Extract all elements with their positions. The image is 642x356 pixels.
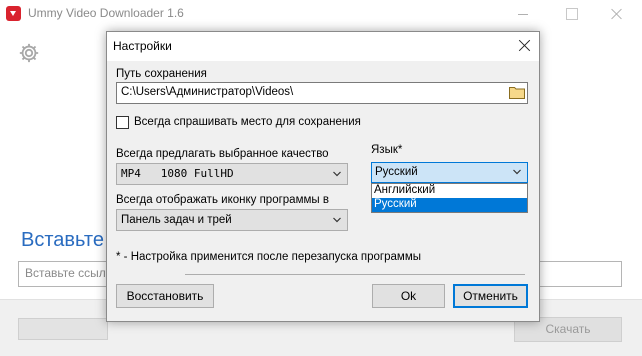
dialog-title-bar: Настройки (107, 32, 539, 61)
restore-button[interactable]: Восстановить (116, 284, 214, 308)
minimize-button[interactable] (508, 5, 538, 23)
restart-note: * - Настройка применится после перезапус… (116, 251, 421, 263)
chevron-down-icon (333, 171, 341, 177)
quality-label: Всегда предлагать выбранное качество (116, 148, 329, 160)
ok-button[interactable]: Ok (372, 284, 445, 308)
ask-location-checkbox[interactable] (116, 116, 129, 129)
main-title-bar: Ummy Video Downloader 1.6 (0, 0, 642, 28)
gear-icon[interactable] (18, 42, 40, 64)
ask-location-label: Всегда спрашивать место для сохранения (134, 116, 361, 128)
chevron-down-icon (333, 217, 341, 223)
settings-dialog: Настройки Путь сохранения C:\Users\Админ… (106, 31, 540, 322)
save-path-label: Путь сохранения (116, 68, 207, 80)
cancel-button[interactable]: Отменить (453, 284, 528, 308)
save-path-field[interactable]: C:\Users\Администратор\Videos\ (116, 82, 528, 104)
language-dropdown-list: Английский Русский (371, 183, 528, 213)
language-label: Язык* (371, 144, 403, 156)
folder-icon[interactable] (509, 86, 525, 99)
dialog-title: Настройки (113, 39, 172, 53)
download-app-icon (6, 6, 21, 21)
tray-value: Панель задач и трей (121, 214, 232, 226)
format-select[interactable] (18, 318, 108, 340)
main-window-title: Ummy Video Downloader 1.6 (28, 6, 184, 20)
tray-select[interactable]: Панель задач и трей (116, 209, 348, 231)
language-option-russian[interactable]: Русский (372, 198, 527, 212)
chevron-down-icon (513, 169, 521, 175)
quality-select[interactable]: MP4 1080 FullHD (116, 163, 348, 185)
paste-link-heading: Вставьте (21, 229, 104, 251)
close-icon[interactable] (517, 38, 533, 54)
save-path-value: C:\Users\Администратор\Videos\ (121, 86, 294, 98)
divider (185, 274, 525, 275)
language-select[interactable]: Русский (371, 162, 528, 183)
language-option-english[interactable]: Английский (372, 184, 527, 198)
maximize-button[interactable] (556, 5, 586, 23)
tray-label: Всегда отображать иконку программы в (116, 194, 329, 206)
quality-value: MP4 1080 FullHD (121, 167, 234, 180)
main-close-button[interactable] (602, 5, 632, 23)
language-value: Русский (375, 166, 418, 178)
